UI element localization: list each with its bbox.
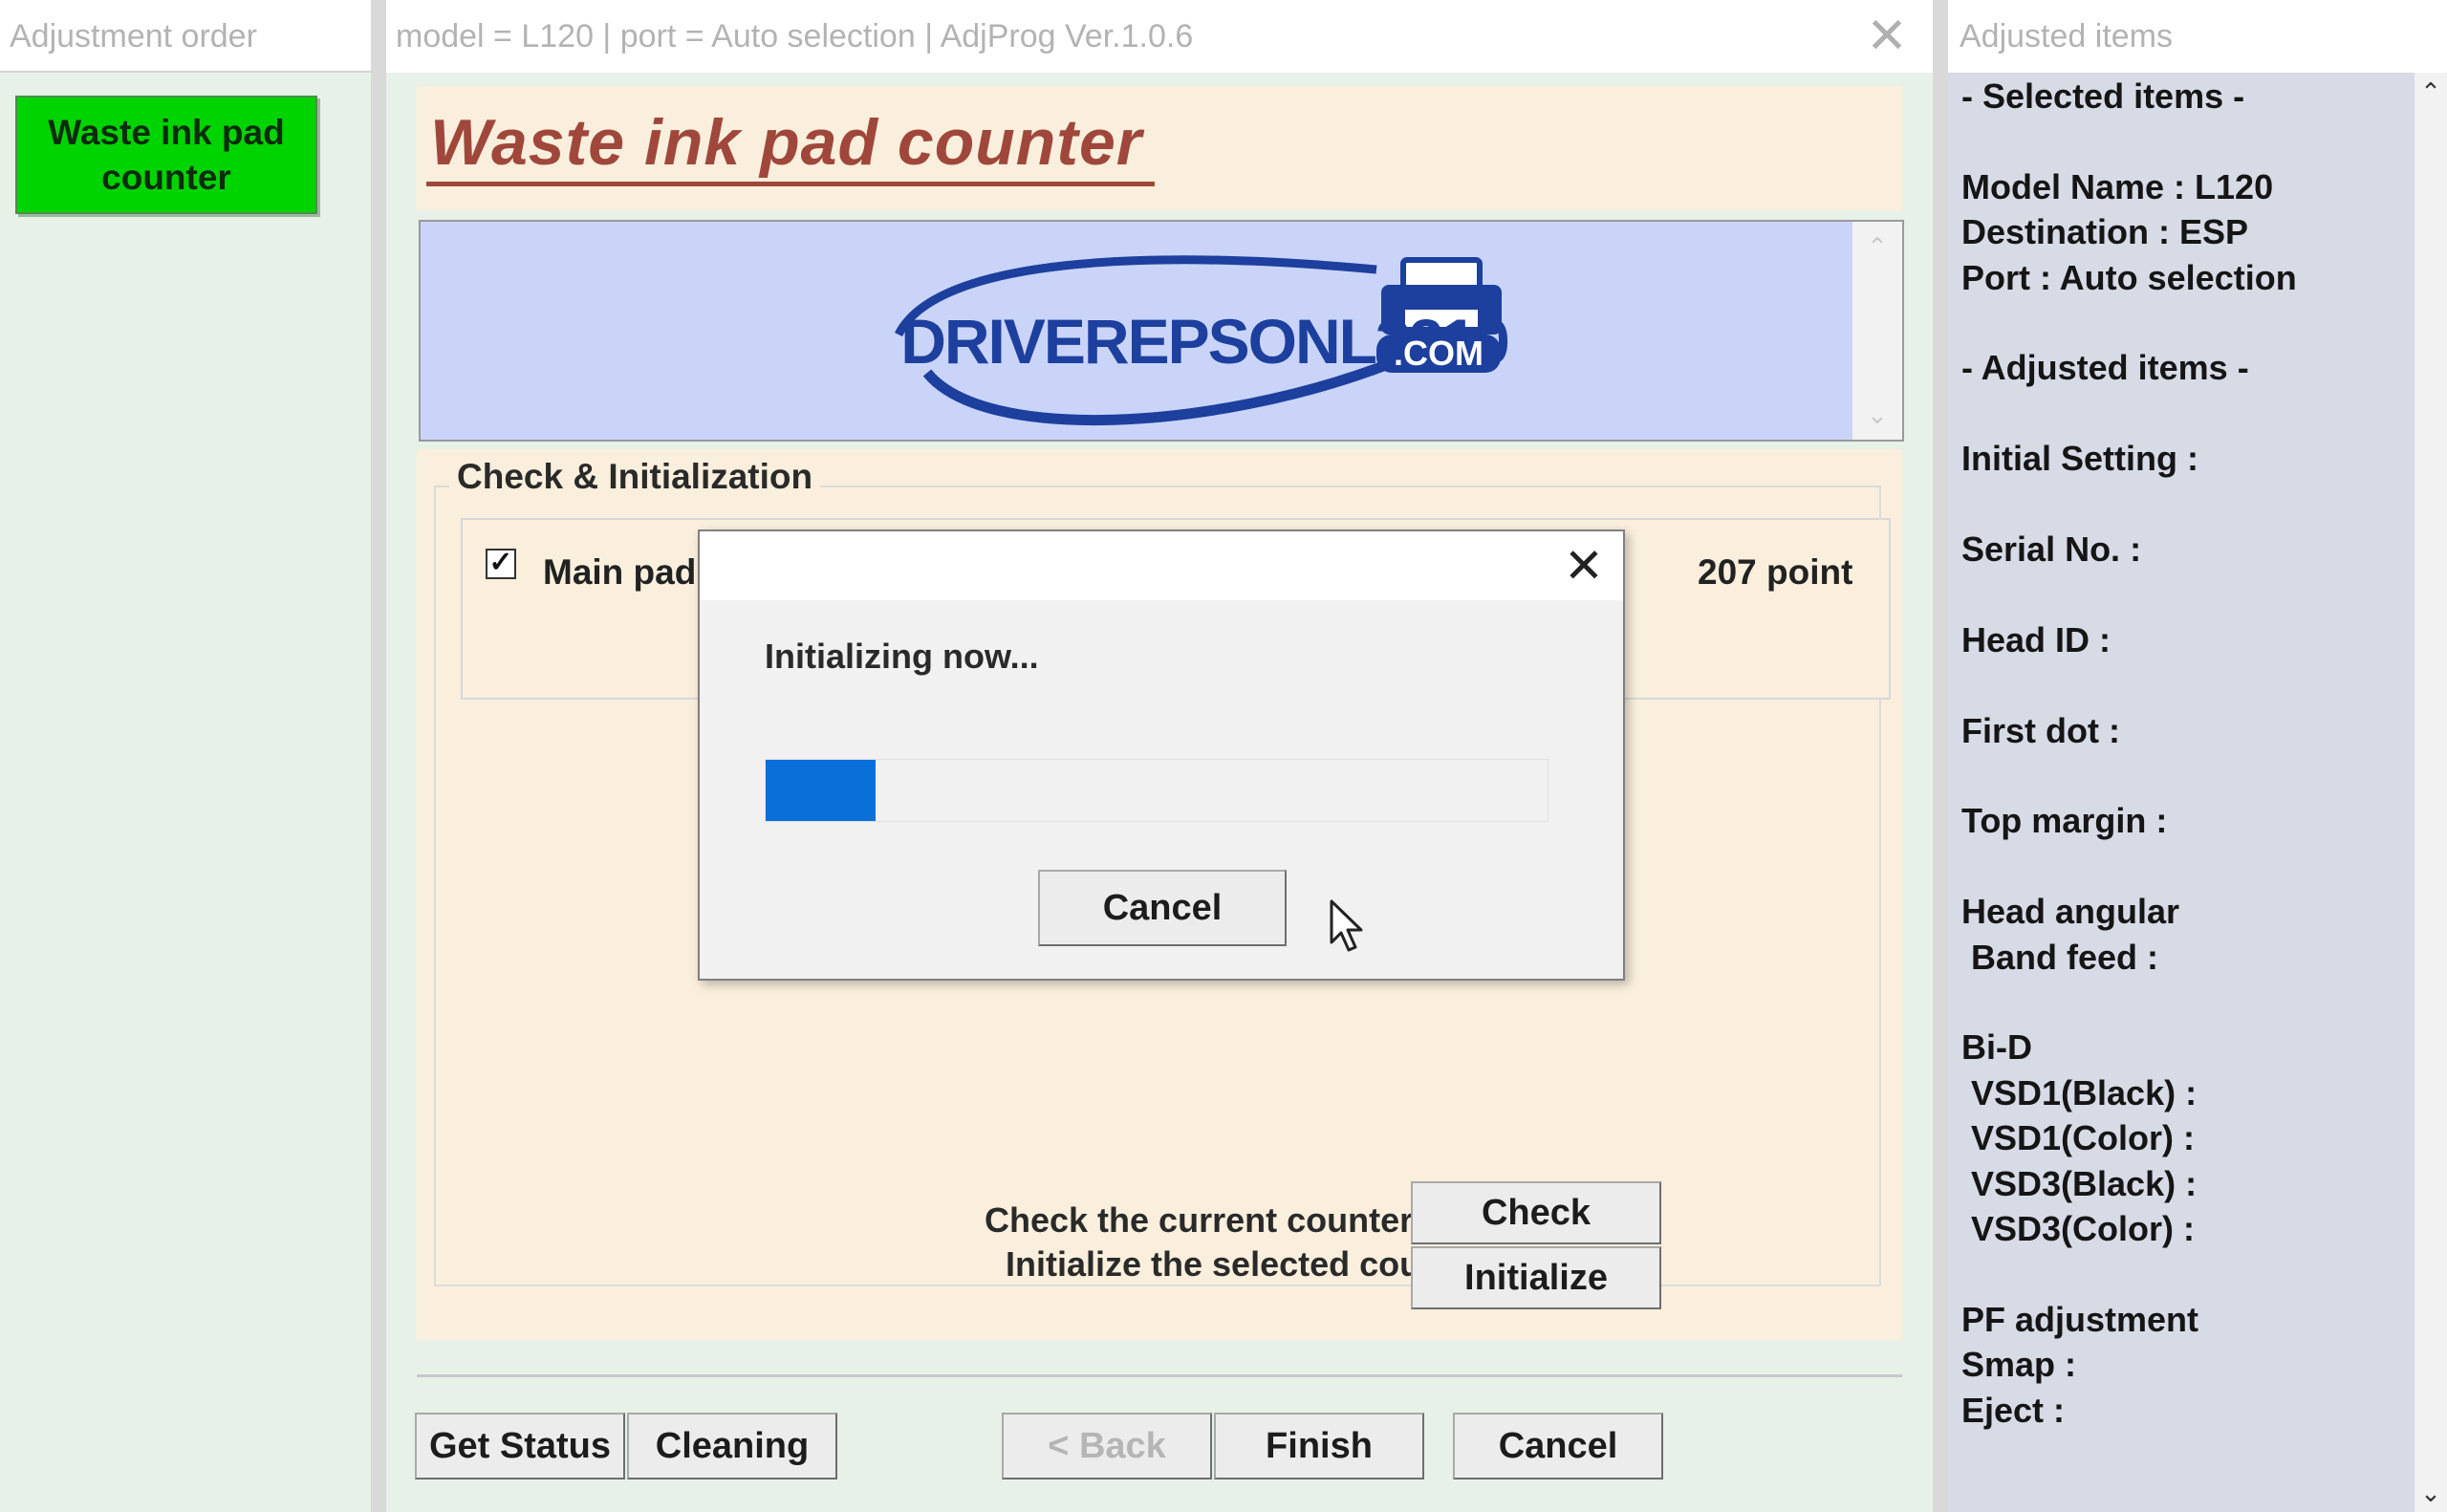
adjustment-order-panel: Adjustment order Waste ink pad counter	[0, 0, 375, 1512]
adjusted-item-line: Initial Setting :	[1961, 439, 2198, 478]
adjusted-item-line: First dot :	[1961, 711, 2120, 750]
adjusted-item-line: VSD1(Color) :	[1961, 1118, 2196, 1157]
right-scrollbar[interactable]: ⌃ ⌄	[2415, 73, 2447, 1512]
adjusted-item-line: Band feed :	[1961, 938, 2159, 977]
progress-bar	[765, 759, 1548, 822]
adjusted-item-line: Port : Auto selection	[1961, 258, 2297, 297]
adjusted-item-line: Destination : ESP	[1961, 212, 2249, 251]
get-status-button[interactable]: Get Status	[415, 1413, 625, 1480]
banner-scrollbar[interactable]: ⌃ ⌄	[1852, 222, 1902, 440]
window-title: model = L120 | port = Auto selection | A…	[396, 18, 1194, 54]
adjusted-item-line: - Adjusted items -	[1961, 348, 2249, 387]
close-icon[interactable]: ✕	[1860, 10, 1914, 63]
adjusted-item-line: Serial No. :	[1961, 529, 2142, 569]
dialog-title-bar: ✕	[700, 531, 1623, 600]
waste-ink-pad-counter-button[interactable]: Waste ink pad counter	[15, 96, 317, 214]
adjusted-item-line: VSD3(Color) :	[1961, 1209, 2196, 1248]
title-underline	[426, 182, 1155, 186]
cancel-button[interactable]: Cancel	[1453, 1413, 1663, 1480]
adjusted-item-line: Head ID :	[1961, 620, 2111, 659]
initialize-button[interactable]: Initialize	[1411, 1246, 1661, 1309]
adjusted-item-line: Smap :	[1961, 1345, 2077, 1384]
group-label: Check & Initialization	[449, 457, 821, 497]
brand-banner: DRIVEREPSONL3210 .COM	[421, 222, 1852, 440]
brand-suffix: .COM	[1394, 334, 1483, 373]
adjusted-items-title: Adjusted items	[1948, 0, 2447, 73]
banner-frame: DRIVEREPSONL3210 .COM ⌃ ⌄	[419, 220, 1904, 442]
main-pad-label: Main pad	[543, 552, 697, 592]
finish-button[interactable]: Finish	[1214, 1413, 1424, 1480]
adjusted-item-line: PF adjustment	[1961, 1300, 2199, 1339]
adjustment-order-title: Adjustment order	[0, 0, 375, 73]
page-title: Waste ink pad counter	[430, 106, 1143, 179]
adjusted-item-line: Eject :	[1961, 1391, 2066, 1430]
back-button[interactable]: < Back	[1002, 1413, 1212, 1480]
window-title-bar: model = L120 | port = Auto selection | A…	[386, 0, 1933, 73]
chevron-up-icon[interactable]: ⌃	[2415, 73, 2447, 111]
dialog-message: Initializing now...	[765, 637, 1039, 676]
adjusted-item-line: Bi-D	[1961, 1027, 2032, 1067]
adjusted-item-line: Model Name : L120	[1961, 167, 2274, 206]
page-header: Waste ink pad counter	[417, 86, 1902, 210]
main-pad-checkbox[interactable]: ✓	[486, 549, 516, 579]
initializing-dialog: ✕ Initializing now... Cancel	[698, 529, 1625, 981]
chevron-down-icon[interactable]: ⌄	[2415, 1474, 2447, 1512]
progress-fill	[766, 760, 876, 821]
dialog-cancel-button[interactable]: Cancel	[1038, 870, 1287, 946]
left-splitter[interactable]	[371, 0, 386, 1512]
adjusted-item-line: - Selected items -	[1961, 76, 2245, 116]
adjusted-item-line: Head angular	[1961, 892, 2180, 931]
chevron-up-icon[interactable]: ⌃	[1852, 227, 1902, 266]
adjusted-item-line: VSD1(Black) :	[1961, 1073, 2198, 1112]
counter-value: 207 point	[1698, 552, 1853, 592]
right-splitter[interactable]	[1933, 0, 1948, 1512]
brand-logo: DRIVEREPSONL3210 .COM	[894, 255, 1510, 426]
adjusted-item-line: VSD3(Black) :	[1961, 1164, 2198, 1203]
mouse-cursor-icon	[1330, 899, 1363, 952]
check-button[interactable]: Check	[1411, 1181, 1661, 1244]
adjusted-items-panel: Adjusted items - Selected items - Model N…	[1948, 0, 2447, 1512]
chevron-down-icon[interactable]: ⌄	[1852, 396, 1902, 434]
close-icon[interactable]: ✕	[1554, 537, 1613, 594]
cleaning-button[interactable]: Cleaning	[627, 1413, 837, 1480]
footer-separator	[417, 1374, 1902, 1377]
adjusted-item-line: Top margin :	[1961, 801, 2168, 840]
